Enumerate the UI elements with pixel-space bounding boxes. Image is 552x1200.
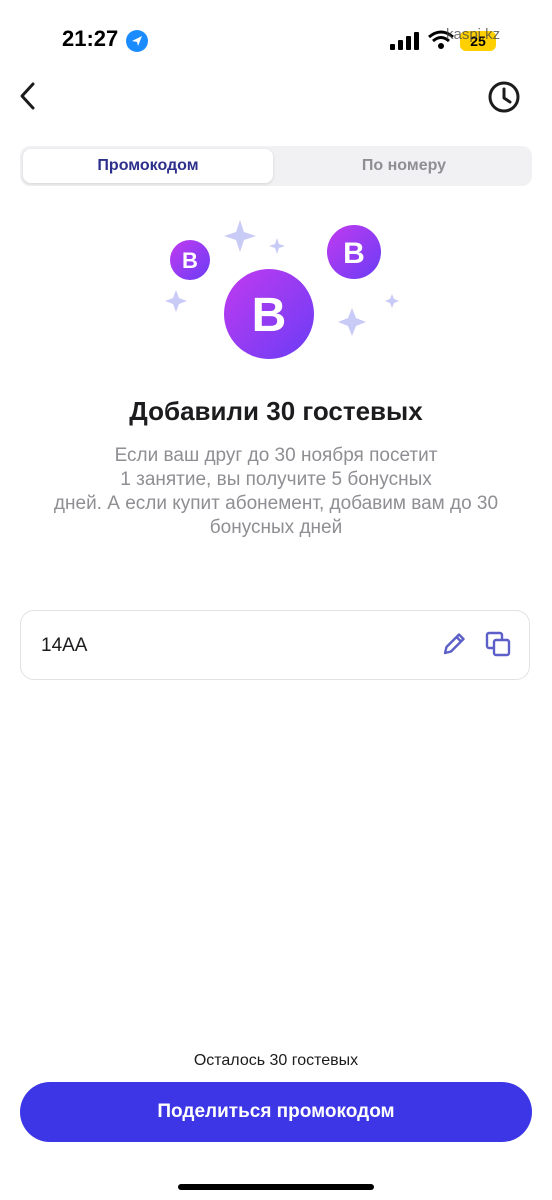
bonus-illustration: B B B	[150, 212, 410, 372]
description-line: дней. А если купит абонемент, добавим ва…	[53, 493, 499, 514]
edit-button[interactable]	[439, 631, 469, 661]
location-arrow-icon	[126, 30, 148, 52]
share-promocode-button[interactable]: Поделиться промокодом	[20, 1082, 532, 1142]
copy-icon	[484, 630, 512, 663]
description: Если ваш друг до 30 ноября посетит 1 зан…	[20, 444, 532, 540]
watermark: kaspi.kz	[446, 26, 501, 43]
tab-promocode[interactable]: Промокодом	[23, 149, 273, 183]
clock-icon	[487, 80, 521, 119]
history-button[interactable]	[485, 80, 523, 118]
back-button[interactable]	[10, 80, 46, 116]
promo-code-field: 14АА	[20, 610, 530, 680]
description-line: Если ваш друг до 30 ноября посетит	[114, 445, 438, 466]
signal-icon	[390, 32, 420, 55]
description-line: 1 занятие, вы получите 5 бонусных	[120, 469, 432, 490]
large-badge-letter: B	[252, 289, 287, 342]
home-indicator	[178, 1184, 374, 1190]
chevron-left-icon	[18, 81, 38, 116]
remaining-guests-text: Осталось 30 гостевых	[193, 1052, 359, 1069]
medium-badge-letter: B	[343, 237, 365, 270]
status-time: 21:27	[62, 26, 119, 51]
tab-by-number[interactable]: По номеру	[279, 149, 529, 183]
pencil-icon	[440, 630, 468, 663]
small-badge-letter: B	[182, 248, 198, 273]
headline: Добавили 30 гостевых	[129, 396, 423, 426]
promo-code-value: 14АА	[41, 635, 88, 656]
status-bar: 21:27 25 kaspi.kz	[0, 0, 552, 80]
tab-switcher: Промокодом По номеру	[20, 146, 532, 186]
copy-button[interactable]	[483, 631, 513, 661]
description-line: бонусных дней	[209, 517, 343, 538]
